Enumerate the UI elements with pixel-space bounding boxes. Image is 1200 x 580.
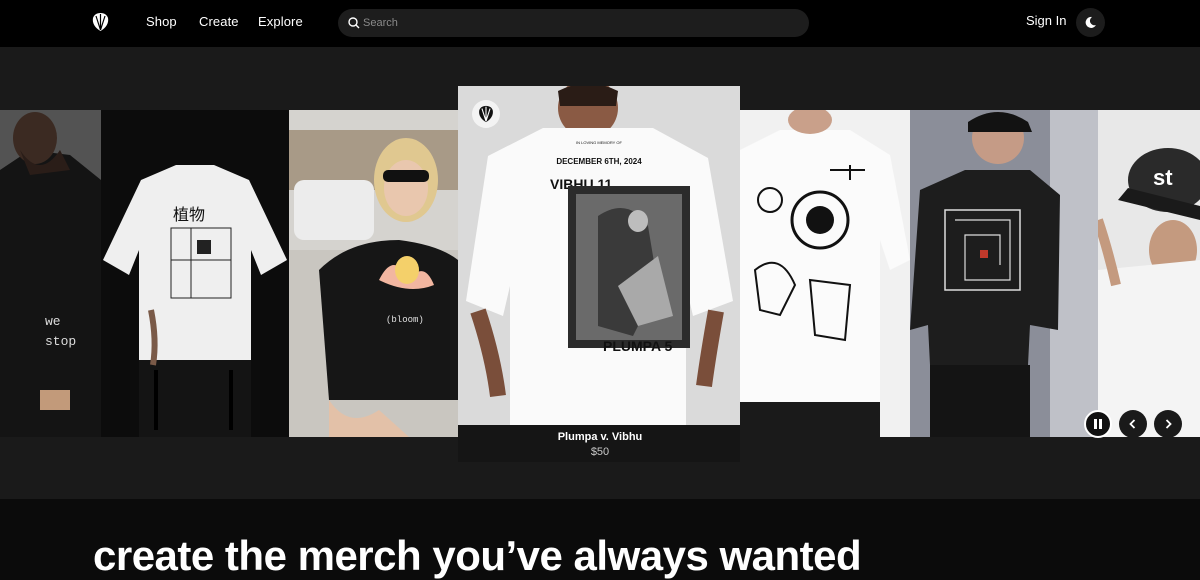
- product-image: 植物: [101, 110, 289, 437]
- shell-icon[interactable]: [91, 12, 110, 32]
- print-name-bottom: PLUMPA 5: [603, 338, 672, 354]
- sign-in-button[interactable]: Sign In: [1026, 13, 1066, 28]
- featured-product-image: IN LOVING MEMORY OF DECEMBER 6TH, 2024 V…: [458, 86, 740, 425]
- chevron-right-icon: [1165, 419, 1172, 429]
- carousel-card[interactable]: we stop: [0, 110, 101, 437]
- carousel-card[interactable]: [740, 110, 910, 437]
- print-memory: IN LOVING MEMORY OF: [576, 140, 622, 145]
- svg-text:(bloom): (bloom): [386, 315, 424, 325]
- product-image: [910, 110, 1098, 437]
- theme-toggle-button[interactable]: [1076, 8, 1105, 37]
- section-heading: create the merch you’ve always wanted: [93, 532, 862, 579]
- svg-text:st: st: [1153, 165, 1173, 190]
- featured-product-title[interactable]: Plumpa v. Vibhu: [0, 431, 1200, 443]
- carousel-card[interactable]: (bloom): [289, 110, 458, 437]
- product-image: st: [1098, 110, 1200, 437]
- product-image: [740, 110, 910, 437]
- product-image: IN LOVING MEMORY OF DECEMBER 6TH, 2024 V…: [458, 86, 740, 425]
- svg-text:stop: stop: [45, 334, 76, 349]
- nav-create[interactable]: Create: [199, 14, 239, 29]
- moon-icon: [1085, 16, 1096, 28]
- nav-explore[interactable]: Explore: [258, 14, 303, 29]
- search-input[interactable]: [363, 13, 793, 33]
- svg-text:we: we: [45, 314, 61, 329]
- nav-shop[interactable]: Shop: [146, 14, 177, 29]
- pause-button[interactable]: [1084, 410, 1112, 438]
- carousel-card[interactable]: [910, 110, 1098, 437]
- featured-product-card[interactable]: IN LOVING MEMORY OF DECEMBER 6TH, 2024 V…: [458, 86, 740, 462]
- carousel-card[interactable]: 植物: [101, 110, 289, 437]
- svg-text:植物: 植物: [173, 205, 205, 224]
- search-icon: [348, 17, 360, 29]
- prev-button[interactable]: [1119, 410, 1147, 438]
- brand-badge: [472, 100, 500, 128]
- pause-icon: [1094, 419, 1102, 429]
- carousel-card[interactable]: st: [1098, 110, 1200, 437]
- top-nav: Shop Create Explore Sign In: [0, 0, 1200, 47]
- print-headline: DECEMBER 6TH, 2024: [556, 157, 642, 166]
- featured-product-price: $50: [590, 446, 610, 458]
- product-image: (bloom): [289, 110, 458, 437]
- chevron-left-icon: [1129, 419, 1136, 429]
- shell-icon: [479, 105, 493, 123]
- product-image: we stop: [0, 110, 101, 437]
- search-bar[interactable]: [338, 9, 809, 37]
- next-button[interactable]: [1154, 410, 1182, 438]
